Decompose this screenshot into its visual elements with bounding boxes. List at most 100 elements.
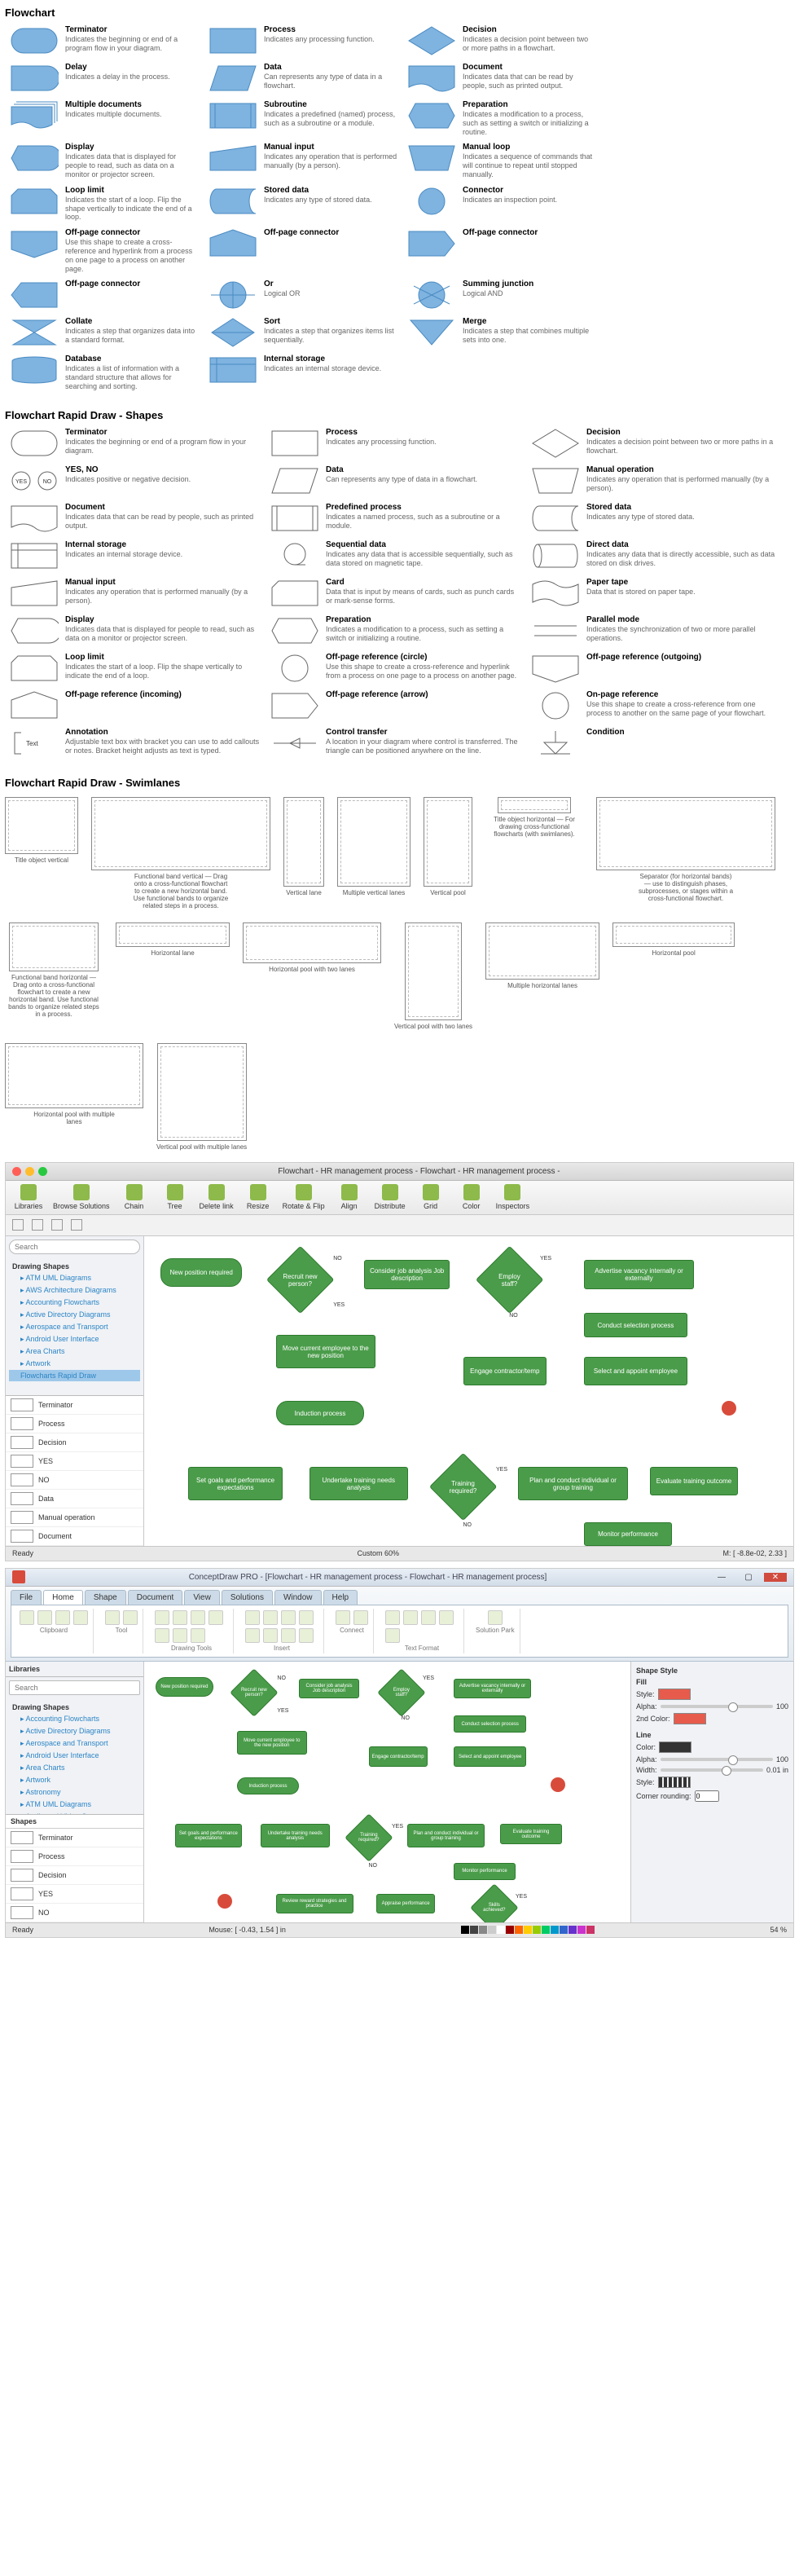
ribbon-button[interactable] xyxy=(245,1628,260,1643)
color-swatch[interactable] xyxy=(542,1926,550,1934)
tree-item[interactable]: ▸ Aerospace and Transport xyxy=(9,1321,140,1333)
ribbon-button[interactable] xyxy=(245,1610,260,1625)
color-bar[interactable] xyxy=(461,1926,595,1934)
ribbon-tab[interactable]: Window xyxy=(274,1590,322,1605)
tree-item[interactable]: ▸ Aerospace and Transport xyxy=(9,1737,140,1750)
flowchart-node[interactable]: Select and appoint employee xyxy=(584,1357,687,1385)
close-icon[interactable] xyxy=(12,1167,21,1176)
flowchart-node[interactable]: New position required xyxy=(160,1258,242,1287)
line-alpha-slider[interactable] xyxy=(661,1758,773,1761)
zoom-icon[interactable] xyxy=(38,1167,47,1176)
tree-item[interactable]: ▸ AWS Architecture Diagrams xyxy=(9,1284,140,1297)
flowchart-node[interactable]: Skills achieved? xyxy=(470,1883,518,1922)
ribbon-button[interactable] xyxy=(209,1610,223,1625)
tree-item[interactable]: ▸ ATM UML Diagrams xyxy=(9,1272,140,1284)
palette-item[interactable]: NO xyxy=(6,1904,143,1922)
ribbon-button[interactable] xyxy=(191,1610,205,1625)
flowchart-node[interactable]: Consider job analysis Job description xyxy=(299,1679,359,1699)
color-swatch[interactable] xyxy=(497,1926,505,1934)
palette-item[interactable]: Data xyxy=(6,1490,143,1508)
ribbon-tab[interactable]: Home xyxy=(43,1590,83,1605)
fill-color-swatch[interactable] xyxy=(658,1689,691,1700)
palette-item[interactable]: Process xyxy=(6,1847,143,1866)
canvas[interactable]: New position requiredRecruit new person?… xyxy=(144,1662,630,1922)
ribbon-tab[interactable]: Shape xyxy=(85,1590,126,1605)
flowchart-node[interactable]: Conduct selection process xyxy=(454,1715,526,1733)
flowchart-node[interactable]: Advertise vacancy internally or external… xyxy=(584,1260,694,1288)
color-swatch[interactable] xyxy=(479,1926,487,1934)
tool-pointer-icon[interactable] xyxy=(12,1219,24,1231)
minimize-icon[interactable] xyxy=(25,1167,34,1176)
flowchart-node[interactable]: Review reward strategies and practice xyxy=(276,1894,353,1914)
off-page-connector[interactable] xyxy=(722,1401,736,1416)
palette-item[interactable]: Manual operation xyxy=(6,1508,143,1527)
ribbon-button[interactable] xyxy=(421,1610,436,1625)
flowchart-node[interactable]: Plan and conduct individual or group tra… xyxy=(518,1467,628,1500)
palette-item[interactable]: Decision xyxy=(6,1866,143,1885)
tree-item[interactable]: ▸ Accounting Flowcharts xyxy=(9,1713,140,1725)
flowchart-node[interactable]: Appraise performance xyxy=(376,1894,435,1914)
flowchart-node[interactable]: Undertake training needs analysis xyxy=(310,1467,409,1500)
tool-line-icon[interactable] xyxy=(71,1219,82,1231)
flowchart-node[interactable]: Plan and conduct individual or group tra… xyxy=(407,1824,485,1847)
ribbon-button[interactable] xyxy=(439,1610,454,1625)
tool-rect-icon[interactable] xyxy=(32,1219,43,1231)
flowchart-node[interactable]: Induction process xyxy=(237,1777,299,1794)
tree-item[interactable]: ▸ ATM UML Diagrams xyxy=(9,1799,140,1811)
width-slider[interactable] xyxy=(661,1768,763,1772)
flowchart-node[interactable]: Set goals and performance expectations xyxy=(175,1824,242,1847)
flowchart-node[interactable]: Recruit new person? xyxy=(230,1668,278,1716)
toolbar-button[interactable]: Delete link xyxy=(200,1184,234,1210)
ribbon-button[interactable] xyxy=(55,1610,70,1625)
palette-item[interactable]: Document xyxy=(6,1527,143,1546)
ribbon-tab[interactable]: Document xyxy=(128,1590,183,1605)
color-swatch[interactable] xyxy=(586,1926,595,1934)
toolbar-button[interactable]: Rotate & Flip xyxy=(283,1184,325,1210)
color-swatch[interactable] xyxy=(577,1926,586,1934)
color-swatch[interactable] xyxy=(569,1926,577,1934)
off-page-connector[interactable] xyxy=(217,1894,232,1909)
flowchart-node[interactable]: Engage contractor/temp xyxy=(369,1746,428,1767)
toolbar-button[interactable]: Grid xyxy=(415,1184,447,1210)
flowchart-node[interactable]: Evaluate training outcome xyxy=(500,1824,562,1844)
search-input[interactable] xyxy=(9,1680,140,1695)
alpha-slider[interactable] xyxy=(661,1705,773,1708)
palette-item[interactable]: YES xyxy=(6,1452,143,1471)
ribbon-tab[interactable]: File xyxy=(11,1590,42,1605)
flowchart-node[interactable]: Set goals and performance expectations xyxy=(188,1467,283,1500)
flowchart-node[interactable]: Monitor performance xyxy=(454,1863,516,1880)
flowchart-node[interactable]: Evaluate training outcome xyxy=(650,1467,738,1495)
ribbon-button[interactable] xyxy=(37,1610,52,1625)
palette-item[interactable]: Terminator xyxy=(6,1396,143,1415)
tree-item-selected[interactable]: Flowcharts Rapid Draw xyxy=(9,1370,140,1381)
tree-item[interactable]: ▸ Artwork xyxy=(9,1358,140,1370)
toolbar-button[interactable]: Tree xyxy=(159,1184,191,1210)
second-color-swatch[interactable] xyxy=(674,1713,706,1724)
ribbon-button[interactable] xyxy=(173,1610,187,1625)
tree-item[interactable]: ▸ Android User Interface xyxy=(9,1333,140,1345)
tool-ellipse-icon[interactable] xyxy=(51,1219,63,1231)
palette-item[interactable]: NO xyxy=(6,1471,143,1490)
ribbon-button[interactable] xyxy=(281,1610,296,1625)
flowchart-node[interactable]: Consider job analysis Job description xyxy=(364,1260,450,1288)
flowchart-node[interactable]: Induction process xyxy=(276,1401,364,1425)
close-button[interactable]: ✕ xyxy=(764,1573,787,1582)
flowchart-node[interactable]: Engage contractor/temp xyxy=(463,1357,547,1385)
ribbon-button[interactable] xyxy=(191,1628,205,1643)
flowchart-node[interactable]: Undertake training needs analysis xyxy=(261,1824,331,1847)
maximize-button[interactable]: ▢ xyxy=(737,1573,760,1582)
flowchart-node[interactable]: Training required? xyxy=(428,1453,497,1521)
ribbon-button[interactable] xyxy=(155,1628,169,1643)
flowchart-node[interactable]: Move current employee to the new positio… xyxy=(237,1731,307,1755)
ribbon-button[interactable] xyxy=(155,1610,169,1625)
corner-input[interactable] xyxy=(695,1790,719,1802)
flowchart-node[interactable]: Monitor performance xyxy=(584,1522,672,1546)
zoom-level[interactable]: Custom 60% xyxy=(357,1549,399,1557)
toolbar-button[interactable]: Chain xyxy=(118,1184,151,1210)
toolbar-button[interactable]: Inspectors xyxy=(496,1184,530,1210)
flowchart-node[interactable]: Employ staff? xyxy=(475,1246,543,1314)
flowchart-node[interactable]: Conduct selection process xyxy=(584,1313,687,1337)
tree-item[interactable]: ▸ Area Charts xyxy=(9,1762,140,1774)
color-swatch[interactable] xyxy=(506,1926,514,1934)
toolbar-button[interactable]: Align xyxy=(333,1184,366,1210)
